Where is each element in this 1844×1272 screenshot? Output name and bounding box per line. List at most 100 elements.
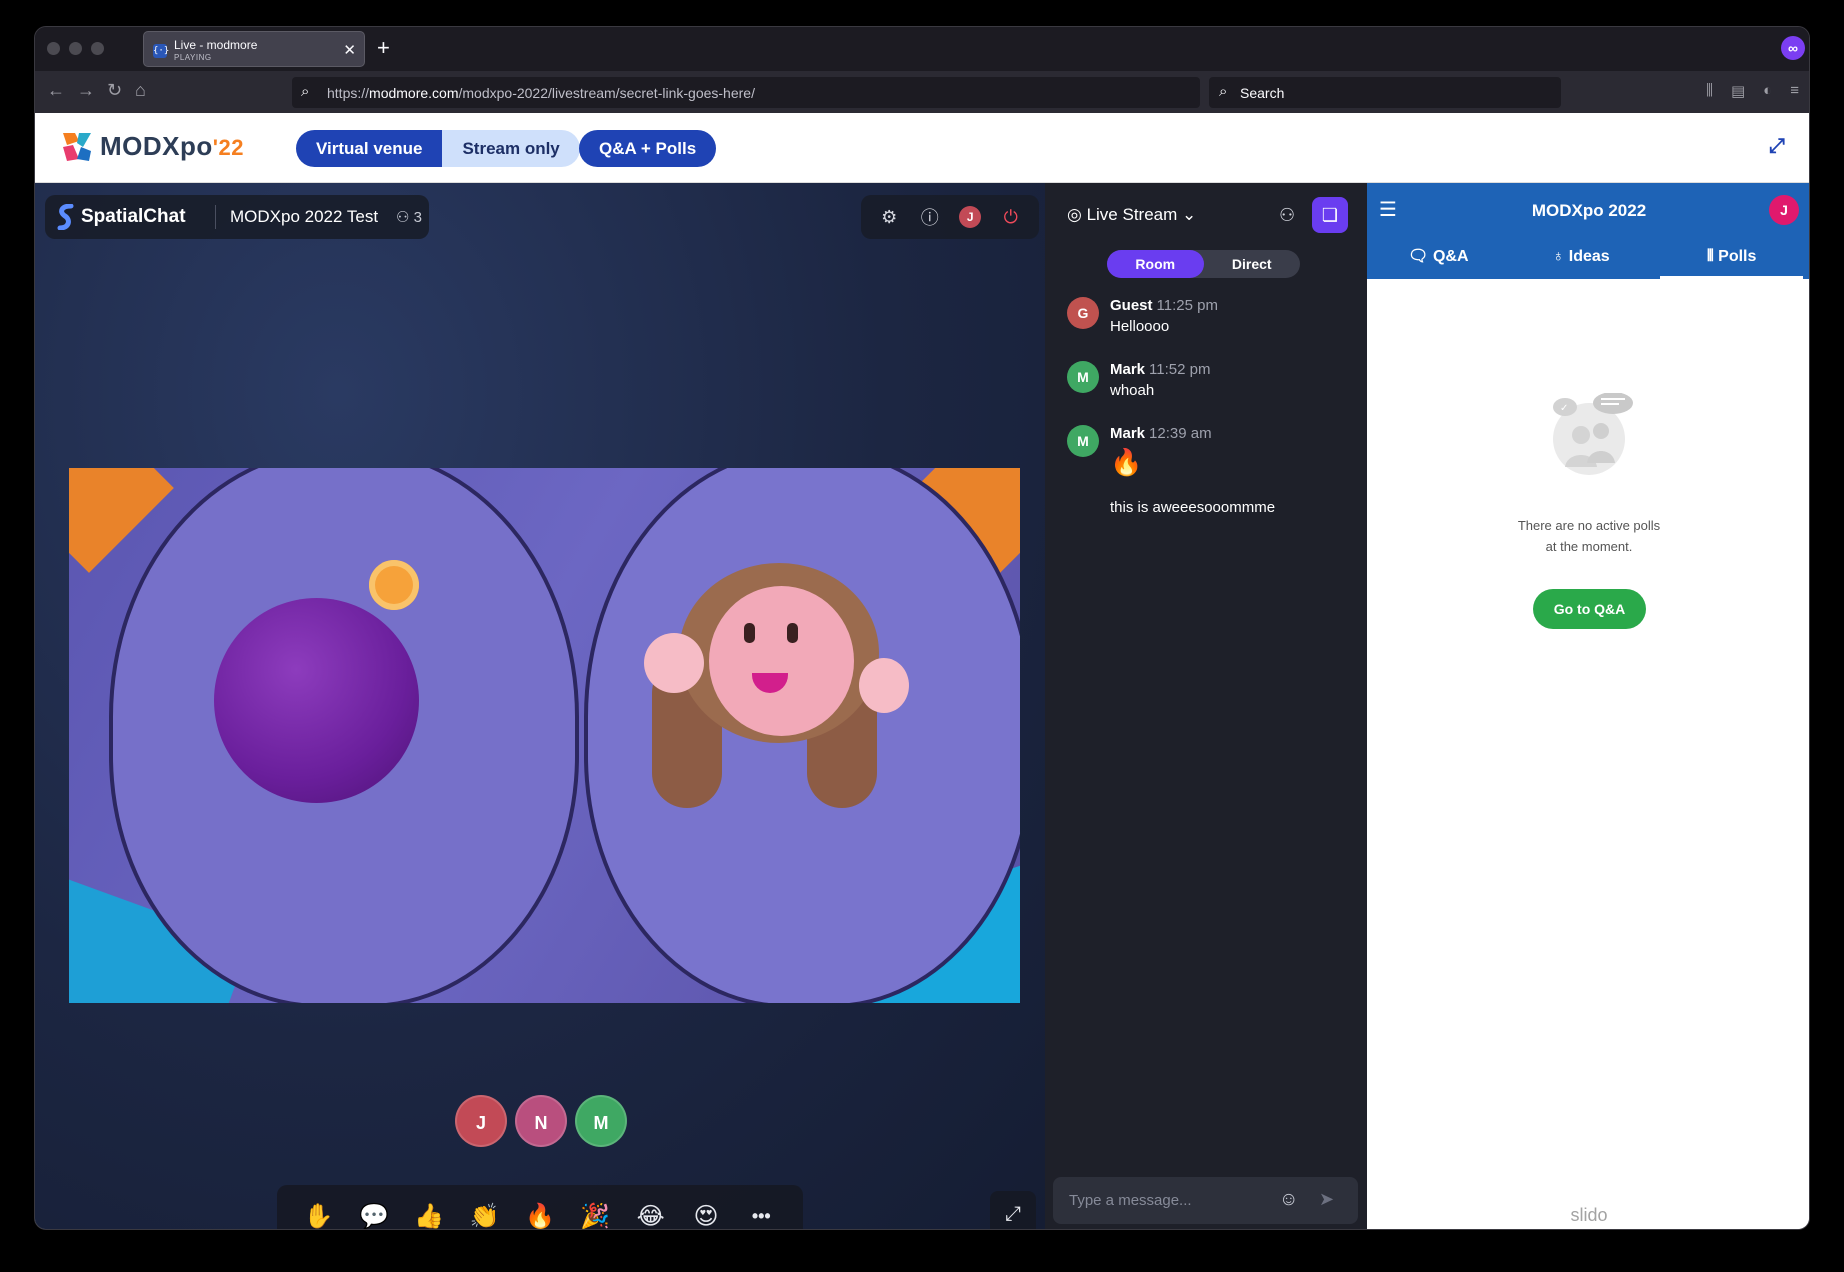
- tab-qa[interactable]: 🗨 Q&A: [1367, 241, 1510, 279]
- sidebar-icon[interactable]: ▤: [1731, 82, 1745, 100]
- nav-bar: ← → ↻ ⌂ ⌕ https://modmore.com/modxpo-202…: [35, 71, 1809, 113]
- message-author: Guest 11:25 pm: [1110, 297, 1218, 314]
- lightbulb-icon: ♁: [1552, 248, 1565, 265]
- private-browsing-icon: ∞: [1781, 36, 1805, 60]
- participant-count: ⚇ 3: [396, 209, 422, 226]
- participant-avatar[interactable]: N: [515, 1095, 567, 1147]
- back-icon[interactable]: ←: [47, 80, 65, 101]
- participant-avatars: J N M: [455, 1095, 627, 1147]
- chat-header: ◎ Live Stream ⌄ ⚇ ❏: [1045, 183, 1367, 243]
- livestream-video[interactable]: [69, 468, 1020, 1003]
- message-author: Mark 12:39 am: [1110, 425, 1212, 442]
- room-info-bar: SpatialChat MODXpo 2022 Test ⚇ 3: [45, 195, 429, 239]
- send-icon[interactable]: ➤: [1319, 1189, 1334, 1210]
- logo-text: MODXpo'22: [100, 131, 244, 161]
- search-icon: ⌕: [1219, 83, 1228, 100]
- help-icon[interactable]: ⓘ: [919, 204, 941, 230]
- slido-panel: ☰ MODXpo 2022 J 🗨 Q&A ♁ Ideas ⫴ Polls ✓: [1367, 183, 1809, 1229]
- modx-logo-icon: [63, 133, 91, 161]
- event-title: MODXpo 2022: [1531, 201, 1647, 220]
- tab-audio-status: PLAYING: [174, 53, 212, 62]
- qa-polls-button[interactable]: Q&A + Polls: [579, 130, 717, 167]
- chat-bubble-icon[interactable]: 💬: [354, 1202, 394, 1230]
- laugh-reaction[interactable]: 😂: [631, 1202, 671, 1230]
- leave-power-icon[interactable]: ⏻: [1000, 207, 1022, 228]
- user-avatar[interactable]: J: [959, 206, 982, 228]
- reload-icon[interactable]: ↻: [107, 80, 122, 101]
- stream-only-button[interactable]: Stream only: [442, 130, 580, 167]
- chat-panel: ◎ Live Stream ⌄ ⚇ ❏ Room Direct G Guest 1…: [1045, 183, 1367, 1229]
- chevron-down-icon: ⌄: [1182, 205, 1197, 224]
- slido-logo: slido: [1570, 1205, 1608, 1225]
- close-tab-icon[interactable]: ✕: [343, 41, 356, 59]
- message-text: 🔥: [1110, 447, 1143, 477]
- new-tab-icon[interactable]: +: [377, 35, 390, 61]
- reaction-bar: ✋ 💬 👍 👏 🔥 🎉 😂 😍 •••: [277, 1185, 803, 1230]
- search-icon: ⌕: [301, 83, 310, 100]
- channel-selector[interactable]: ◎ Live Stream ⌄: [1067, 205, 1196, 225]
- slido-tabs: 🗨 Q&A ♁ Ideas ⫴ Polls: [1367, 241, 1809, 279]
- person-icon: ⚇: [396, 209, 410, 226]
- avatar: M: [1067, 425, 1099, 457]
- settings-icon[interactable]: ⚙: [878, 207, 900, 228]
- virtual-venue-button[interactable]: Virtual venue: [296, 130, 443, 167]
- participant-avatar[interactable]: M: [575, 1095, 627, 1147]
- user-avatar[interactable]: J: [1769, 195, 1799, 225]
- chat-icon[interactable]: ❏: [1312, 197, 1348, 233]
- spatialchat-room: SpatialChat MODXpo 2022 Test ⚇ 3 ⚙ ⓘ J ⏻: [35, 183, 1045, 1230]
- room-controls: ⚙ ⓘ J ⏻: [861, 195, 1039, 239]
- go-to-qa-button[interactable]: Go to Q&A: [1533, 589, 1646, 629]
- view-switcher: Virtual venue Stream only: [296, 130, 580, 167]
- message-author: Mark 11:52 pm: [1110, 361, 1211, 378]
- message-placeholder: Type a message...: [1069, 1192, 1192, 1209]
- tab-bar: {·} Live - modmore PLAYING ✕ + ∞: [35, 27, 1809, 71]
- avatar: G: [1067, 297, 1099, 329]
- home-icon[interactable]: ⌂: [135, 80, 146, 101]
- library-icon[interactable]: ⫼: [1706, 82, 1713, 100]
- clap-reaction[interactable]: 👏: [465, 1202, 505, 1230]
- room-tab[interactable]: Room: [1107, 250, 1204, 278]
- participant-avatar[interactable]: J: [455, 1095, 507, 1147]
- expand-icon[interactable]: ⤢: [990, 1191, 1036, 1229]
- direct-tab[interactable]: Direct: [1204, 250, 1301, 278]
- bomb-graphic: [214, 598, 419, 803]
- browser-tab[interactable]: {·} Live - modmore PLAYING ✕: [143, 31, 365, 67]
- person-icon: ◎: [1067, 205, 1082, 224]
- message-text: this is aweeesooommme: [1110, 499, 1276, 516]
- party-reaction[interactable]: 🎉: [575, 1202, 615, 1230]
- window-controls[interactable]: [47, 42, 104, 55]
- message-input[interactable]: Type a message... ☺ ➤: [1053, 1177, 1358, 1224]
- raise-hand-icon[interactable]: ✋: [299, 1202, 339, 1230]
- speech-bubble-icon: 🗨: [1408, 248, 1429, 265]
- tab-title: Live - modmore: [174, 38, 258, 52]
- search-placeholder: Search: [1240, 85, 1285, 101]
- address-bar[interactable]: ⌕ https://modmore.com/modxpo-2022/livest…: [292, 77, 1200, 108]
- url-text: https://modmore.com/modxpo-2022/livestre…: [327, 85, 755, 101]
- thumbs-up-reaction[interactable]: 👍: [409, 1202, 449, 1230]
- message-text: whoah: [1110, 382, 1155, 399]
- browser-window: {·} Live - modmore PLAYING ✕ + ∞ ← → ↻ ⌂…: [34, 26, 1810, 1230]
- message-text: Helloooo: [1110, 318, 1170, 335]
- fire-reaction[interactable]: 🔥: [520, 1202, 560, 1230]
- emoji-icon[interactable]: ☺: [1279, 1189, 1298, 1211]
- slido-header: ☰ MODXpo 2022 J 🗨 Q&A ♁ Ideas ⫴ Polls: [1367, 183, 1809, 279]
- modxpo-logo[interactable]: MODXpo'22: [61, 131, 244, 162]
- menu-icon[interactable]: ≡: [1790, 82, 1799, 100]
- extension-icon[interactable]: ◐: [1763, 82, 1772, 100]
- empty-polls-illustration: ✓: [1553, 393, 1633, 475]
- user-icon[interactable]: ⚇: [1279, 205, 1295, 226]
- more-options-icon[interactable]: •••: [741, 1206, 781, 1227]
- tab-ideas[interactable]: ♁ Ideas: [1510, 241, 1653, 279]
- svg-text:✓: ✓: [1560, 403, 1568, 414]
- spatialchat-brand: SpatialChat: [81, 206, 186, 227]
- search-bar[interactable]: ⌕ Search: [1209, 77, 1561, 108]
- forward-icon[interactable]: →: [77, 80, 95, 101]
- empty-state-message: There are no active polls at the moment.: [1517, 518, 1661, 554]
- heart-eyes-reaction[interactable]: 😍: [686, 1202, 726, 1230]
- spatialchat-logo-icon: [57, 204, 74, 230]
- tab-polls[interactable]: ⫴ Polls: [1660, 241, 1804, 279]
- avatar: M: [1067, 361, 1099, 393]
- toolbar-icons: ⫼ ▤ ◐ ≡: [1706, 82, 1799, 100]
- chat-scope-toggle: Room Direct: [1107, 250, 1300, 278]
- fullscreen-icon[interactable]: ⤢: [1769, 135, 1785, 158]
